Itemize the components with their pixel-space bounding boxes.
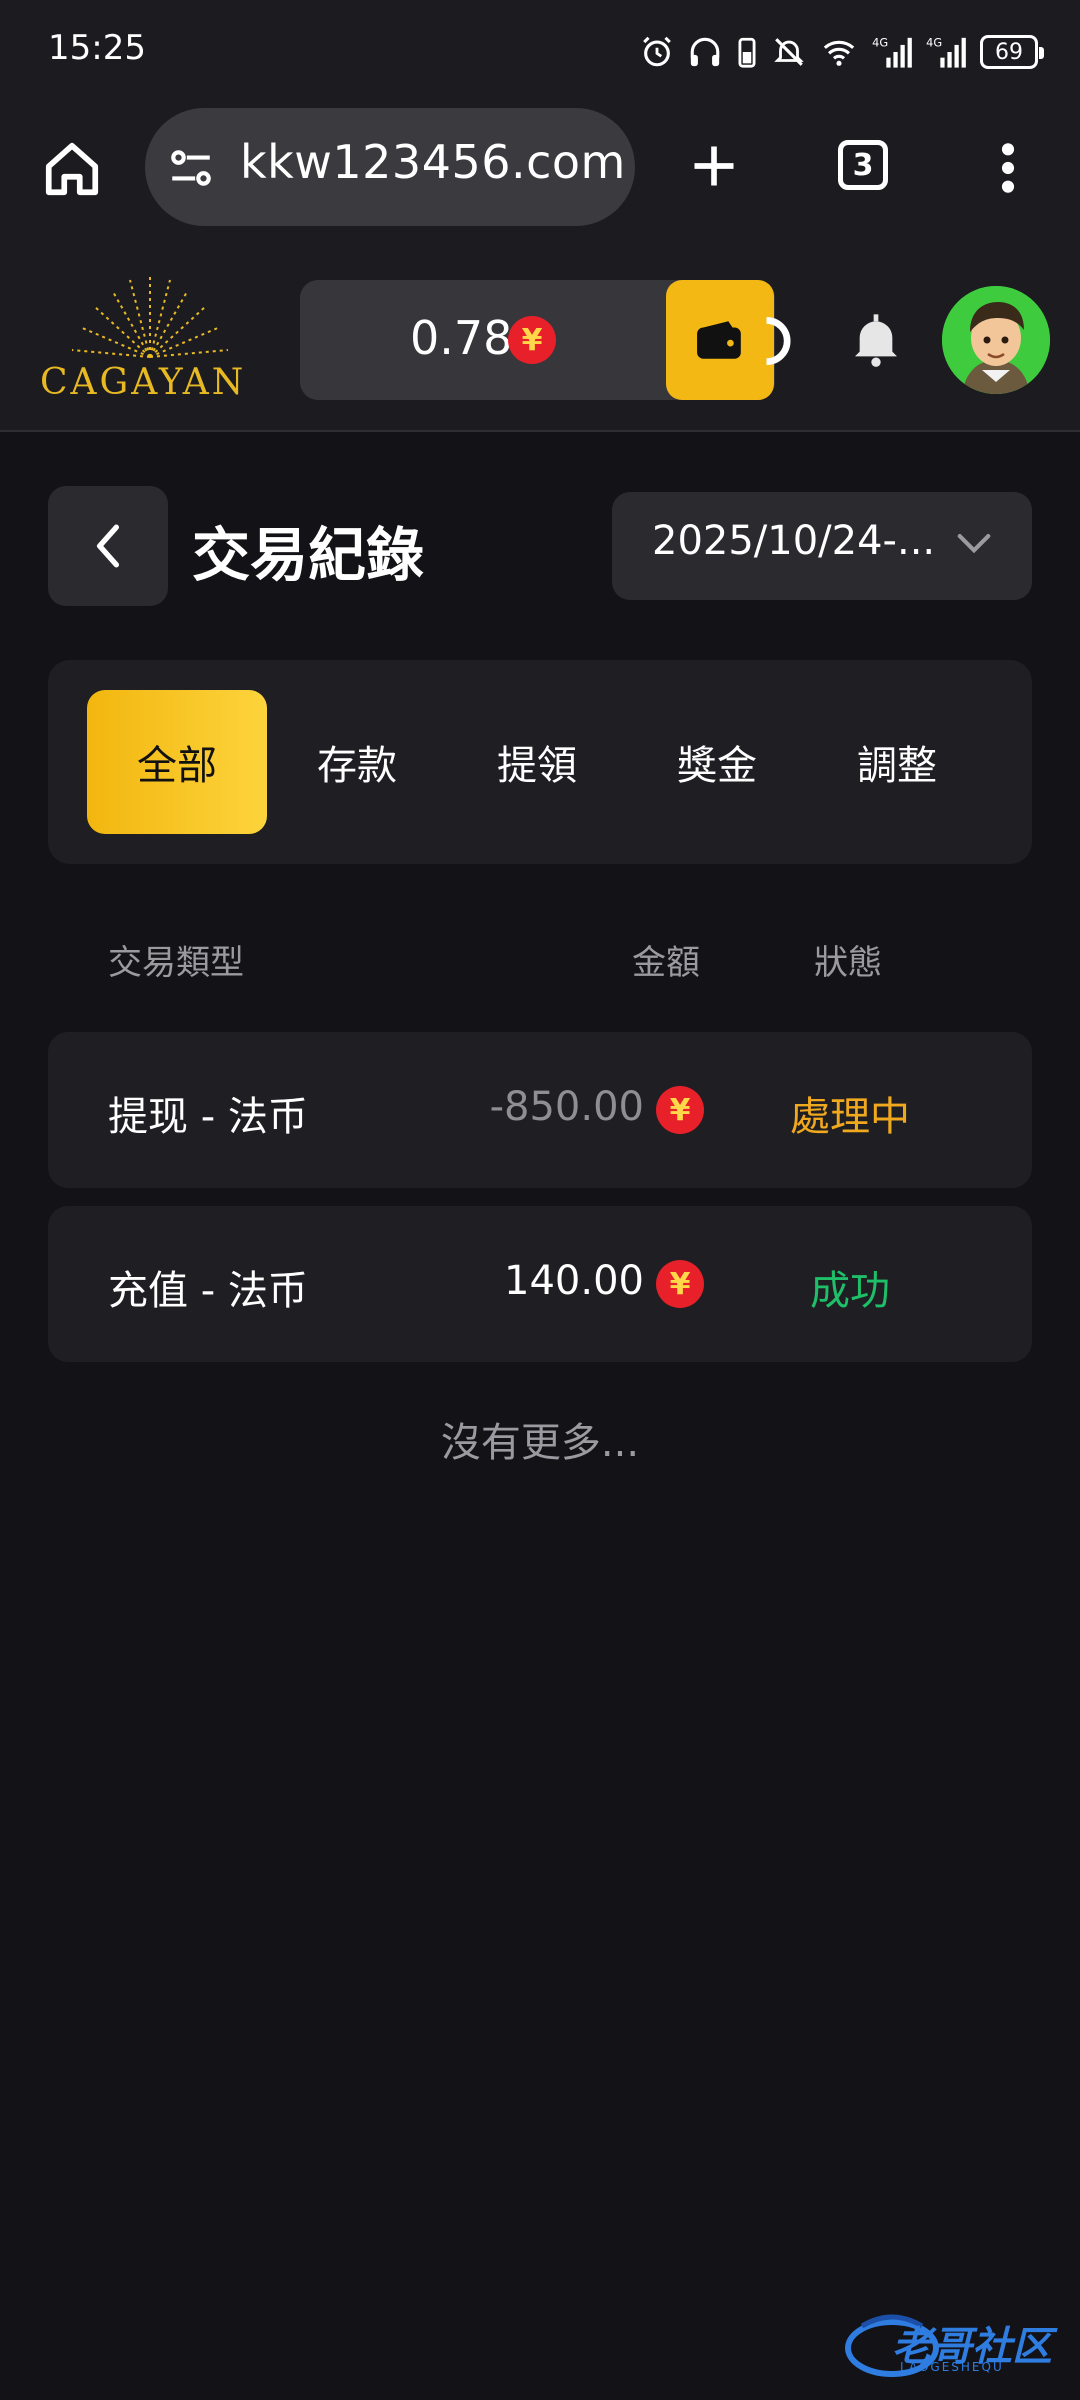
chevron-left-icon bbox=[96, 524, 120, 568]
notification-bell-icon[interactable] bbox=[848, 310, 904, 370]
tab-all[interactable]: 全部 bbox=[87, 690, 267, 834]
column-header-amount: 金額 bbox=[632, 943, 700, 983]
earbuds-battery-icon bbox=[738, 37, 756, 68]
status-time: 15:25 bbox=[48, 28, 146, 68]
tab-deposit[interactable]: 存款 bbox=[267, 690, 447, 834]
user-avatar[interactable] bbox=[942, 286, 1050, 394]
currency-yen-icon: ¥ bbox=[656, 1260, 704, 1308]
end-of-list-text: 沒有更多... bbox=[440, 1420, 640, 1466]
column-header-status: 狀態 bbox=[814, 943, 882, 983]
new-tab-icon[interactable] bbox=[688, 140, 740, 192]
row-status: 成功 bbox=[810, 1268, 890, 1314]
url-text[interactable]: kkw123456.com bbox=[240, 135, 626, 189]
chevron-down-icon[interactable] bbox=[955, 530, 993, 558]
balance-value: 0.78 bbox=[410, 311, 513, 365]
svg-text:4G: 4G bbox=[872, 35, 888, 49]
headphones-icon bbox=[690, 37, 720, 67]
row-type: 充值 - 法币 bbox=[108, 1268, 308, 1314]
currency-yen-icon: ¥ bbox=[508, 316, 556, 364]
mute-bell-icon bbox=[774, 38, 804, 66]
tab-withdraw[interactable]: 提領 bbox=[447, 690, 627, 834]
wifi-icon bbox=[823, 40, 855, 66]
wallet-icon bbox=[697, 321, 741, 359]
avatar-face-icon bbox=[942, 286, 1050, 394]
row-type: 提现 - 法币 bbox=[108, 1094, 308, 1140]
watermark-subtext: LAOGESHEQU bbox=[900, 2360, 1004, 2374]
signal-icon-1: 4G bbox=[872, 35, 912, 68]
svg-text:4G: 4G bbox=[926, 35, 942, 49]
back-button[interactable] bbox=[48, 486, 168, 606]
wallet-button[interactable] bbox=[666, 280, 774, 400]
signal-icon-2: 4G bbox=[926, 35, 966, 68]
more-menu-icon[interactable] bbox=[994, 140, 1022, 196]
row-amount: -850.00 bbox=[489, 1084, 644, 1130]
logo-sunburst-icon[interactable] bbox=[70, 272, 230, 362]
column-header-type: 交易類型 bbox=[108, 943, 244, 983]
site-settings-icon[interactable] bbox=[166, 143, 216, 193]
status-icons: 4G 4G 69 bbox=[640, 28, 1044, 76]
support-headset-icon[interactable] bbox=[760, 310, 804, 372]
site-logo[interactable]: CAGAYAN bbox=[40, 362, 246, 403]
tabs-button[interactable]: 3 bbox=[838, 140, 888, 190]
tab-bonus[interactable]: 獎金 bbox=[627, 690, 807, 834]
currency-yen-icon: ¥ bbox=[656, 1086, 704, 1134]
date-range-value[interactable]: 2025/10/24-... bbox=[652, 518, 935, 564]
row-amount: 140.00 bbox=[504, 1258, 644, 1304]
tab-adjust[interactable]: 調整 bbox=[807, 690, 987, 834]
row-status: 處理中 bbox=[790, 1094, 910, 1140]
home-icon[interactable] bbox=[40, 138, 104, 200]
page-title: 交易紀錄 bbox=[192, 521, 425, 589]
alarm-icon bbox=[643, 36, 671, 67]
battery-icon: 69 bbox=[980, 35, 1044, 69]
